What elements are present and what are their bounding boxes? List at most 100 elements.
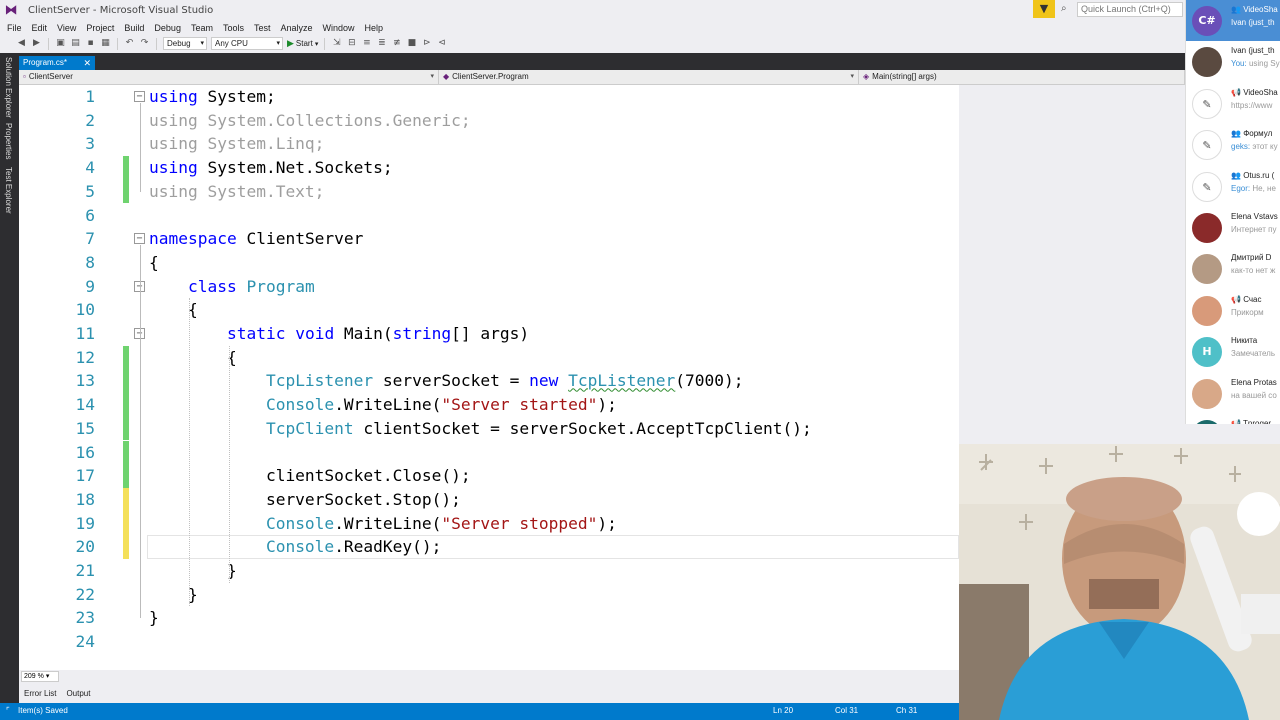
chat-list-item[interactable]: Ivan (just_th You: using Sy xyxy=(1186,41,1280,82)
collapse-icon[interactable]: − xyxy=(134,233,145,245)
change-indicator xyxy=(123,464,129,488)
line-number: 8 xyxy=(85,252,95,272)
bookmark-next-icon[interactable]: ⊲ xyxy=(436,38,447,49)
code-line[interactable]: 9− class Program xyxy=(19,275,1185,299)
solution-configuration-select[interactable]: Debug ▾ xyxy=(163,37,207,50)
code-line[interactable]: 3 using System.Linq; xyxy=(19,132,1185,156)
undo-icon[interactable]: ↶ xyxy=(124,38,135,49)
code-line[interactable]: 6 xyxy=(19,204,1185,228)
menu-test[interactable]: Test xyxy=(249,23,276,33)
tab-program-cs[interactable]: Program.cs* ✕ xyxy=(19,56,95,70)
save-icon[interactable]: ▪ xyxy=(85,38,96,49)
avatar xyxy=(1192,295,1222,326)
uncomment-icon[interactable]: ≢ xyxy=(391,38,402,49)
chat-name-text: VideoSha xyxy=(1243,87,1278,97)
menu-build[interactable]: Build xyxy=(119,23,149,33)
line-number: 5 xyxy=(85,181,95,201)
save-all-icon[interactable]: ▦ xyxy=(100,38,111,49)
code-line[interactable]: 14 Console.WriteLine("Server started"); xyxy=(19,393,1185,417)
status-icon: ⌜ xyxy=(6,706,10,715)
outline-connector xyxy=(140,340,141,571)
code-line[interactable]: 7 − namespace ClientServer xyxy=(19,227,1185,251)
project-dropdown[interactable]: ▫ ClientServer ▾ xyxy=(19,70,439,84)
class-dropdown[interactable]: ◆ ClientServer.Program ▾ xyxy=(439,70,859,84)
code-text: { xyxy=(149,300,198,320)
menu-view[interactable]: View xyxy=(52,23,81,33)
avatar: ✎ xyxy=(1192,171,1222,202)
chat-name-text: VideoSha xyxy=(1243,5,1278,14)
code-line[interactable]: 10 { xyxy=(19,298,1185,322)
code-line[interactable]: 12 { xyxy=(19,345,1185,370)
start-button[interactable]: ▶ Start ▾ xyxy=(287,38,318,49)
menu-file[interactable]: File xyxy=(2,23,27,33)
code-text: TcpListener serverSocket = new TcpListen… xyxy=(265,371,744,391)
collapse-icon[interactable]: ⊟ xyxy=(346,38,357,49)
code-line[interactable]: 8{ xyxy=(19,251,1185,275)
chat-name-text: Формул xyxy=(1243,129,1273,139)
chat-list-item[interactable]: C# 👥 VideoSha Ivan (just_th xyxy=(1186,0,1280,41)
menu-analyze[interactable]: Analyze xyxy=(276,23,318,33)
format-icon[interactable]: ≡ xyxy=(361,38,372,49)
line-number: 3 xyxy=(85,134,95,154)
feedback-filter-icon[interactable]: ▼ xyxy=(1033,0,1055,18)
menu-team[interactable]: Team xyxy=(186,23,218,33)
start-label: Start xyxy=(295,39,313,48)
close-icon[interactable]: ✕ xyxy=(83,56,91,70)
member-dropdown[interactable]: ◈ Main(string[] args) xyxy=(859,70,1185,84)
redo-icon[interactable]: ↷ xyxy=(139,38,150,49)
menu-project[interactable]: Project xyxy=(81,23,119,33)
zoom-select[interactable]: 209 % ▾ xyxy=(21,671,59,682)
menu-debug[interactable]: Debug xyxy=(149,23,186,33)
comment-icon[interactable]: ≣ xyxy=(376,38,387,49)
code-line[interactable]: 1 − using System; xyxy=(19,85,1185,109)
chat-list-item[interactable]: 📢 Счас Прикорм xyxy=(1186,290,1280,331)
chevron-down-icon: ▾ xyxy=(45,673,50,680)
test-explorer-tab[interactable]: Test Explorer xyxy=(4,167,13,214)
chat-list-item[interactable]: ✎ 👥 Otus.ru (Egor: Не, не xyxy=(1186,166,1280,207)
line-number: 20 xyxy=(75,537,96,557)
code-line[interactable]: 4 using System.Net.Sockets; xyxy=(19,156,1185,180)
avatar xyxy=(1192,47,1222,78)
toolbar-separator xyxy=(48,37,49,50)
new-project-icon[interactable]: ▣ xyxy=(55,38,66,49)
code-line[interactable]: 5 using System.Text; xyxy=(19,179,1185,204)
forward-icon[interactable]: ▶ xyxy=(31,38,42,49)
open-file-icon[interactable]: ▤ xyxy=(70,38,81,49)
bookmark-icon[interactable]: ■ xyxy=(406,38,417,49)
properties-tab[interactable]: Properties xyxy=(4,123,13,159)
chat-list-item[interactable]: Дмитрий D как-то нет ж xyxy=(1186,248,1280,289)
chat-list-item[interactable]: ✎ 📢 VideoSha https://www xyxy=(1186,83,1280,124)
chat-preview: как-то нет ж xyxy=(1231,266,1275,275)
chat-list-item[interactable]: Elena Protas на вашей со xyxy=(1186,373,1280,414)
code-text: { xyxy=(149,252,159,272)
chat-list-item[interactable]: ✎ 👥 Формул geks: этот ку xyxy=(1186,124,1280,165)
line-number: 4 xyxy=(85,158,95,178)
preview-text: Ivan (just_th xyxy=(1231,18,1275,27)
chat-preview: Прикорм xyxy=(1231,308,1264,317)
menu-window[interactable]: Window xyxy=(318,23,360,33)
solution-platform-select[interactable]: Any CPU ▾ xyxy=(211,37,283,50)
tab-error-list[interactable]: Error List xyxy=(19,689,61,698)
navigate-icon[interactable]: ⇲ xyxy=(331,38,342,49)
quick-launch-input[interactable]: Quick Launch (Ctrl+Q) xyxy=(1077,2,1183,17)
chat-name-text: Ivan (just_th xyxy=(1231,46,1275,56)
code-editor[interactable]: 1− using System; 2 using System.Collections… xyxy=(19,85,959,670)
collapse-icon[interactable]: − xyxy=(134,91,145,102)
menu-tools[interactable]: Tools xyxy=(218,23,249,33)
back-icon[interactable]: ◀ xyxy=(16,38,27,49)
tab-output[interactable]: Output xyxy=(61,689,95,698)
code-line[interactable]: 11− static void Main(string[] args) xyxy=(19,322,1185,346)
indent-guide xyxy=(229,345,230,583)
code-line[interactable]: 13 TcpListener serverSocket = new TcpLis… xyxy=(19,369,1185,394)
line-number: 24 xyxy=(75,632,96,652)
bookmark-prev-icon[interactable]: ⊳ xyxy=(421,38,432,49)
menu-help[interactable]: Help xyxy=(360,23,389,33)
editor-zoom-bar: 209 % ▾ xyxy=(19,670,959,684)
chat-list-item[interactable]: Elena Vstavs Интернет пу xyxy=(1186,207,1280,248)
chat-list-item[interactable]: Н Никита Замечатель xyxy=(1186,331,1280,372)
code-line[interactable]: 2 using System.Collections.Generic; xyxy=(19,109,1185,133)
menu-edit[interactable]: Edit xyxy=(27,23,53,33)
chat-list-item[interactable]: 📢 Tproger xyxy=(1186,414,1280,424)
code-line[interactable]: 15 TcpClient clientSocket = serverSocket… xyxy=(19,416,1185,441)
solution-explorer-tab[interactable]: Solution Explorer xyxy=(4,57,13,118)
